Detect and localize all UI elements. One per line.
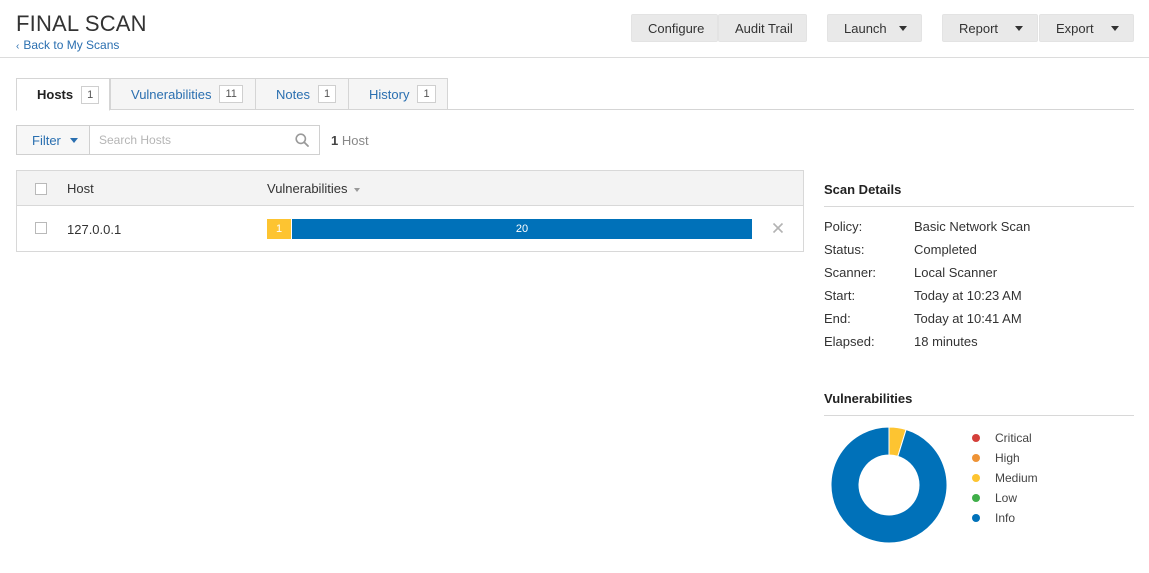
column-header-host[interactable]: Host <box>67 181 94 196</box>
detail-key: Scanner: <box>824 265 877 280</box>
back-link-label: Back to My Scans <box>23 38 120 52</box>
legend-item-low[interactable]: Low <box>972 488 1038 508</box>
row-checkbox[interactable] <box>35 222 47 234</box>
legend-label: Critical <box>995 431 1032 445</box>
host-ip: 127.0.0.1 <box>67 222 122 237</box>
detail-value: Local Scanner <box>914 265 998 280</box>
legend-label: Info <box>995 511 1016 525</box>
export-button[interactable]: Export <box>1039 14 1134 42</box>
sort-icon <box>354 187 361 192</box>
bar-segment-medium[interactable]: 1 <box>267 219 291 239</box>
tab-hosts-count: 1 <box>81 85 100 104</box>
configure-button-label: Configure <box>648 20 705 36</box>
detail-end: End: Today at 10:41 AM <box>824 311 1134 334</box>
info-dot-icon <box>972 514 980 522</box>
host-count: 1 Host <box>331 133 369 148</box>
bar-segment-info[interactable]: 20 <box>291 219 752 239</box>
legend-label: Low <box>995 491 1018 505</box>
scan-details-panel: Scan Details Policy: Basic Network Scan … <box>824 170 1134 357</box>
chart-legend: Critical High Medium Low Info <box>972 428 1038 528</box>
legend-item-info[interactable]: Info <box>972 508 1038 528</box>
table-header: Host Vulnerabilities <box>17 171 803 206</box>
detail-scanner: Scanner: Local Scanner <box>824 265 1134 288</box>
critical-dot-icon <box>972 434 980 442</box>
page-header: FINAL SCAN ‹ Back to My Scans Configure A… <box>0 0 1149 58</box>
caret-down-icon <box>899 26 907 31</box>
high-dot-icon <box>972 454 980 462</box>
detail-key: End: <box>824 311 851 326</box>
report-button[interactable]: Report <box>942 14 1038 42</box>
vulnerability-bar[interactable]: 1 20 <box>267 219 752 239</box>
detail-key: Policy: <box>824 219 863 234</box>
close-icon[interactable] <box>771 221 785 235</box>
filter-button-label: Filter <box>32 132 61 148</box>
detail-key: Elapsed: <box>824 334 875 349</box>
tab-history[interactable]: History 1 <box>348 78 448 110</box>
audit-trail-button[interactable]: Audit Trail <box>718 14 807 42</box>
detail-key: Start: <box>824 288 856 303</box>
tab-notes-count: 1 <box>317 85 337 103</box>
search-icon[interactable] <box>295 133 309 147</box>
launch-button[interactable]: Launch <box>827 14 922 42</box>
configure-button[interactable]: Configure <box>631 14 718 42</box>
legend-item-medium[interactable]: Medium <box>972 468 1038 488</box>
tab-vulnerabilities-label: Vulnerabilities <box>131 86 212 102</box>
legend-item-critical[interactable]: Critical <box>972 428 1038 448</box>
detail-value: Basic Network Scan <box>914 219 1031 234</box>
legend-label: Medium <box>995 471 1038 485</box>
scan-tabs: Hosts 1 Vulnerabilities 11 Notes 1 Histo… <box>16 78 1134 111</box>
search-hosts-input[interactable] <box>90 126 285 154</box>
legend-item-high[interactable]: High <box>972 448 1038 468</box>
scan-details-list: Policy: Basic Network Scan Status: Compl… <box>824 207 1134 357</box>
detail-value: 18 minutes <box>914 334 978 349</box>
launch-button-label: Launch <box>844 20 887 36</box>
detail-key: Status: <box>824 242 865 257</box>
table-row[interactable]: 127.0.0.1 1 20 <box>17 207 803 251</box>
tab-hosts-label: Hosts <box>37 87 74 102</box>
audit-trail-button-label: Audit Trail <box>735 20 793 36</box>
detail-policy: Policy: Basic Network Scan <box>824 219 1134 242</box>
caret-down-icon <box>1015 26 1023 31</box>
tab-history-label: History <box>369 86 410 102</box>
chevron-left-icon: ‹ <box>16 41 20 52</box>
detail-value: Completed <box>914 242 977 257</box>
low-dot-icon <box>972 494 980 502</box>
detail-value: Today at 10:41 AM <box>914 311 1022 326</box>
donut-slice-info[interactable] <box>830 426 948 544</box>
detail-elapsed: Elapsed: 18 minutes <box>824 334 1134 357</box>
tab-notes[interactable]: Notes 1 <box>255 78 349 110</box>
caret-down-icon <box>1111 26 1119 31</box>
tab-history-count: 1 <box>417 85 436 103</box>
tab-notes-label: Notes <box>276 86 310 102</box>
tab-vulnerabilities[interactable]: Vulnerabilities 11 <box>110 78 256 110</box>
export-button-label: Export <box>1056 20 1094 36</box>
tab-hosts[interactable]: Hosts 1 <box>16 78 110 111</box>
detail-start: Start: Today at 10:23 AM <box>824 288 1134 311</box>
page-title: FINAL SCAN <box>16 11 147 36</box>
scan-details-title: Scan Details <box>824 170 1134 207</box>
host-count-label: Host <box>341 133 369 148</box>
hosts-table: Host Vulnerabilities 127.0.0.1 1 20 <box>16 170 804 252</box>
detail-status: Status: Completed <box>824 242 1134 265</box>
legend-label: High <box>995 451 1020 465</box>
caret-down-icon <box>69 137 78 143</box>
report-button-label: Report <box>959 20 999 36</box>
search-box <box>89 125 320 155</box>
back-to-scans-link[interactable]: ‹ Back to My Scans <box>16 38 119 52</box>
vulnerabilities-chart-title: Vulnerabilities <box>824 380 1134 416</box>
select-all-checkbox[interactable] <box>35 183 47 195</box>
vulnerabilities-donut-chart[interactable] <box>829 425 949 545</box>
tab-vulnerabilities-count: 11 <box>219 85 243 103</box>
medium-dot-icon <box>972 474 980 482</box>
filter-button[interactable]: Filter <box>16 125 89 155</box>
column-header-vulnerabilities-label: Vulnerabilities <box>267 181 348 196</box>
host-count-number: 1 <box>331 133 339 148</box>
column-header-vulnerabilities[interactable]: Vulnerabilities <box>267 181 361 196</box>
detail-value: Today at 10:23 AM <box>914 288 1022 303</box>
